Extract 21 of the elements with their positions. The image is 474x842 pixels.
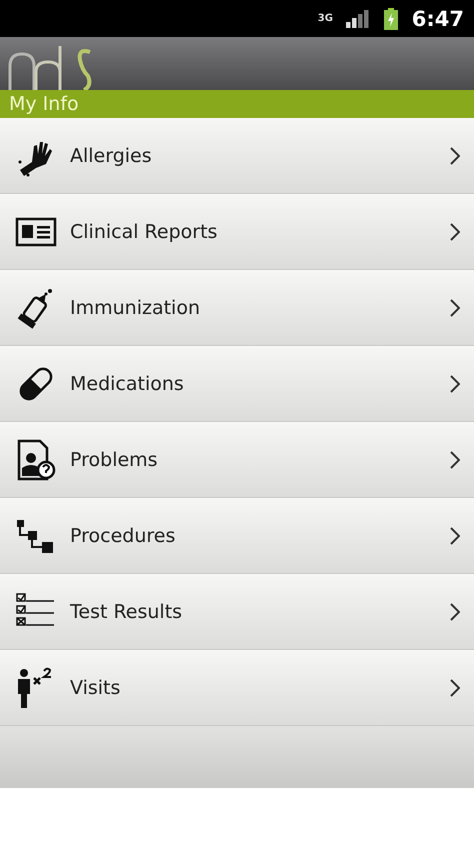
menu-item[interactable]: Test Results <box>0 574 474 650</box>
menu-item[interactable]: Allergies <box>0 118 474 194</box>
menu-item[interactable]: Visits <box>0 650 474 726</box>
chevron-right-icon <box>450 451 460 469</box>
chevron-right-icon <box>450 527 460 545</box>
chevron-right-icon <box>450 223 460 241</box>
network-type: 3G <box>318 14 332 24</box>
menu-item[interactable]: Procedures <box>0 498 474 574</box>
signal-icon <box>346 10 370 28</box>
clock: 6:47 <box>412 6 464 30</box>
chevron-right-icon <box>450 299 460 317</box>
chevron-right-icon <box>450 679 460 697</box>
menu-item[interactable]: Problems <box>0 422 474 498</box>
menu-item[interactable]: Medications <box>0 346 474 422</box>
chevron-right-icon <box>450 603 460 621</box>
battery-charging-icon <box>384 8 398 30</box>
menu-item[interactable]: Immunization <box>0 270 474 346</box>
menu-item[interactable]: Clinical Reports <box>0 194 474 270</box>
chevron-right-icon <box>450 147 460 165</box>
chevron-right-icon <box>450 375 460 393</box>
section-title: My Info <box>0 90 474 118</box>
